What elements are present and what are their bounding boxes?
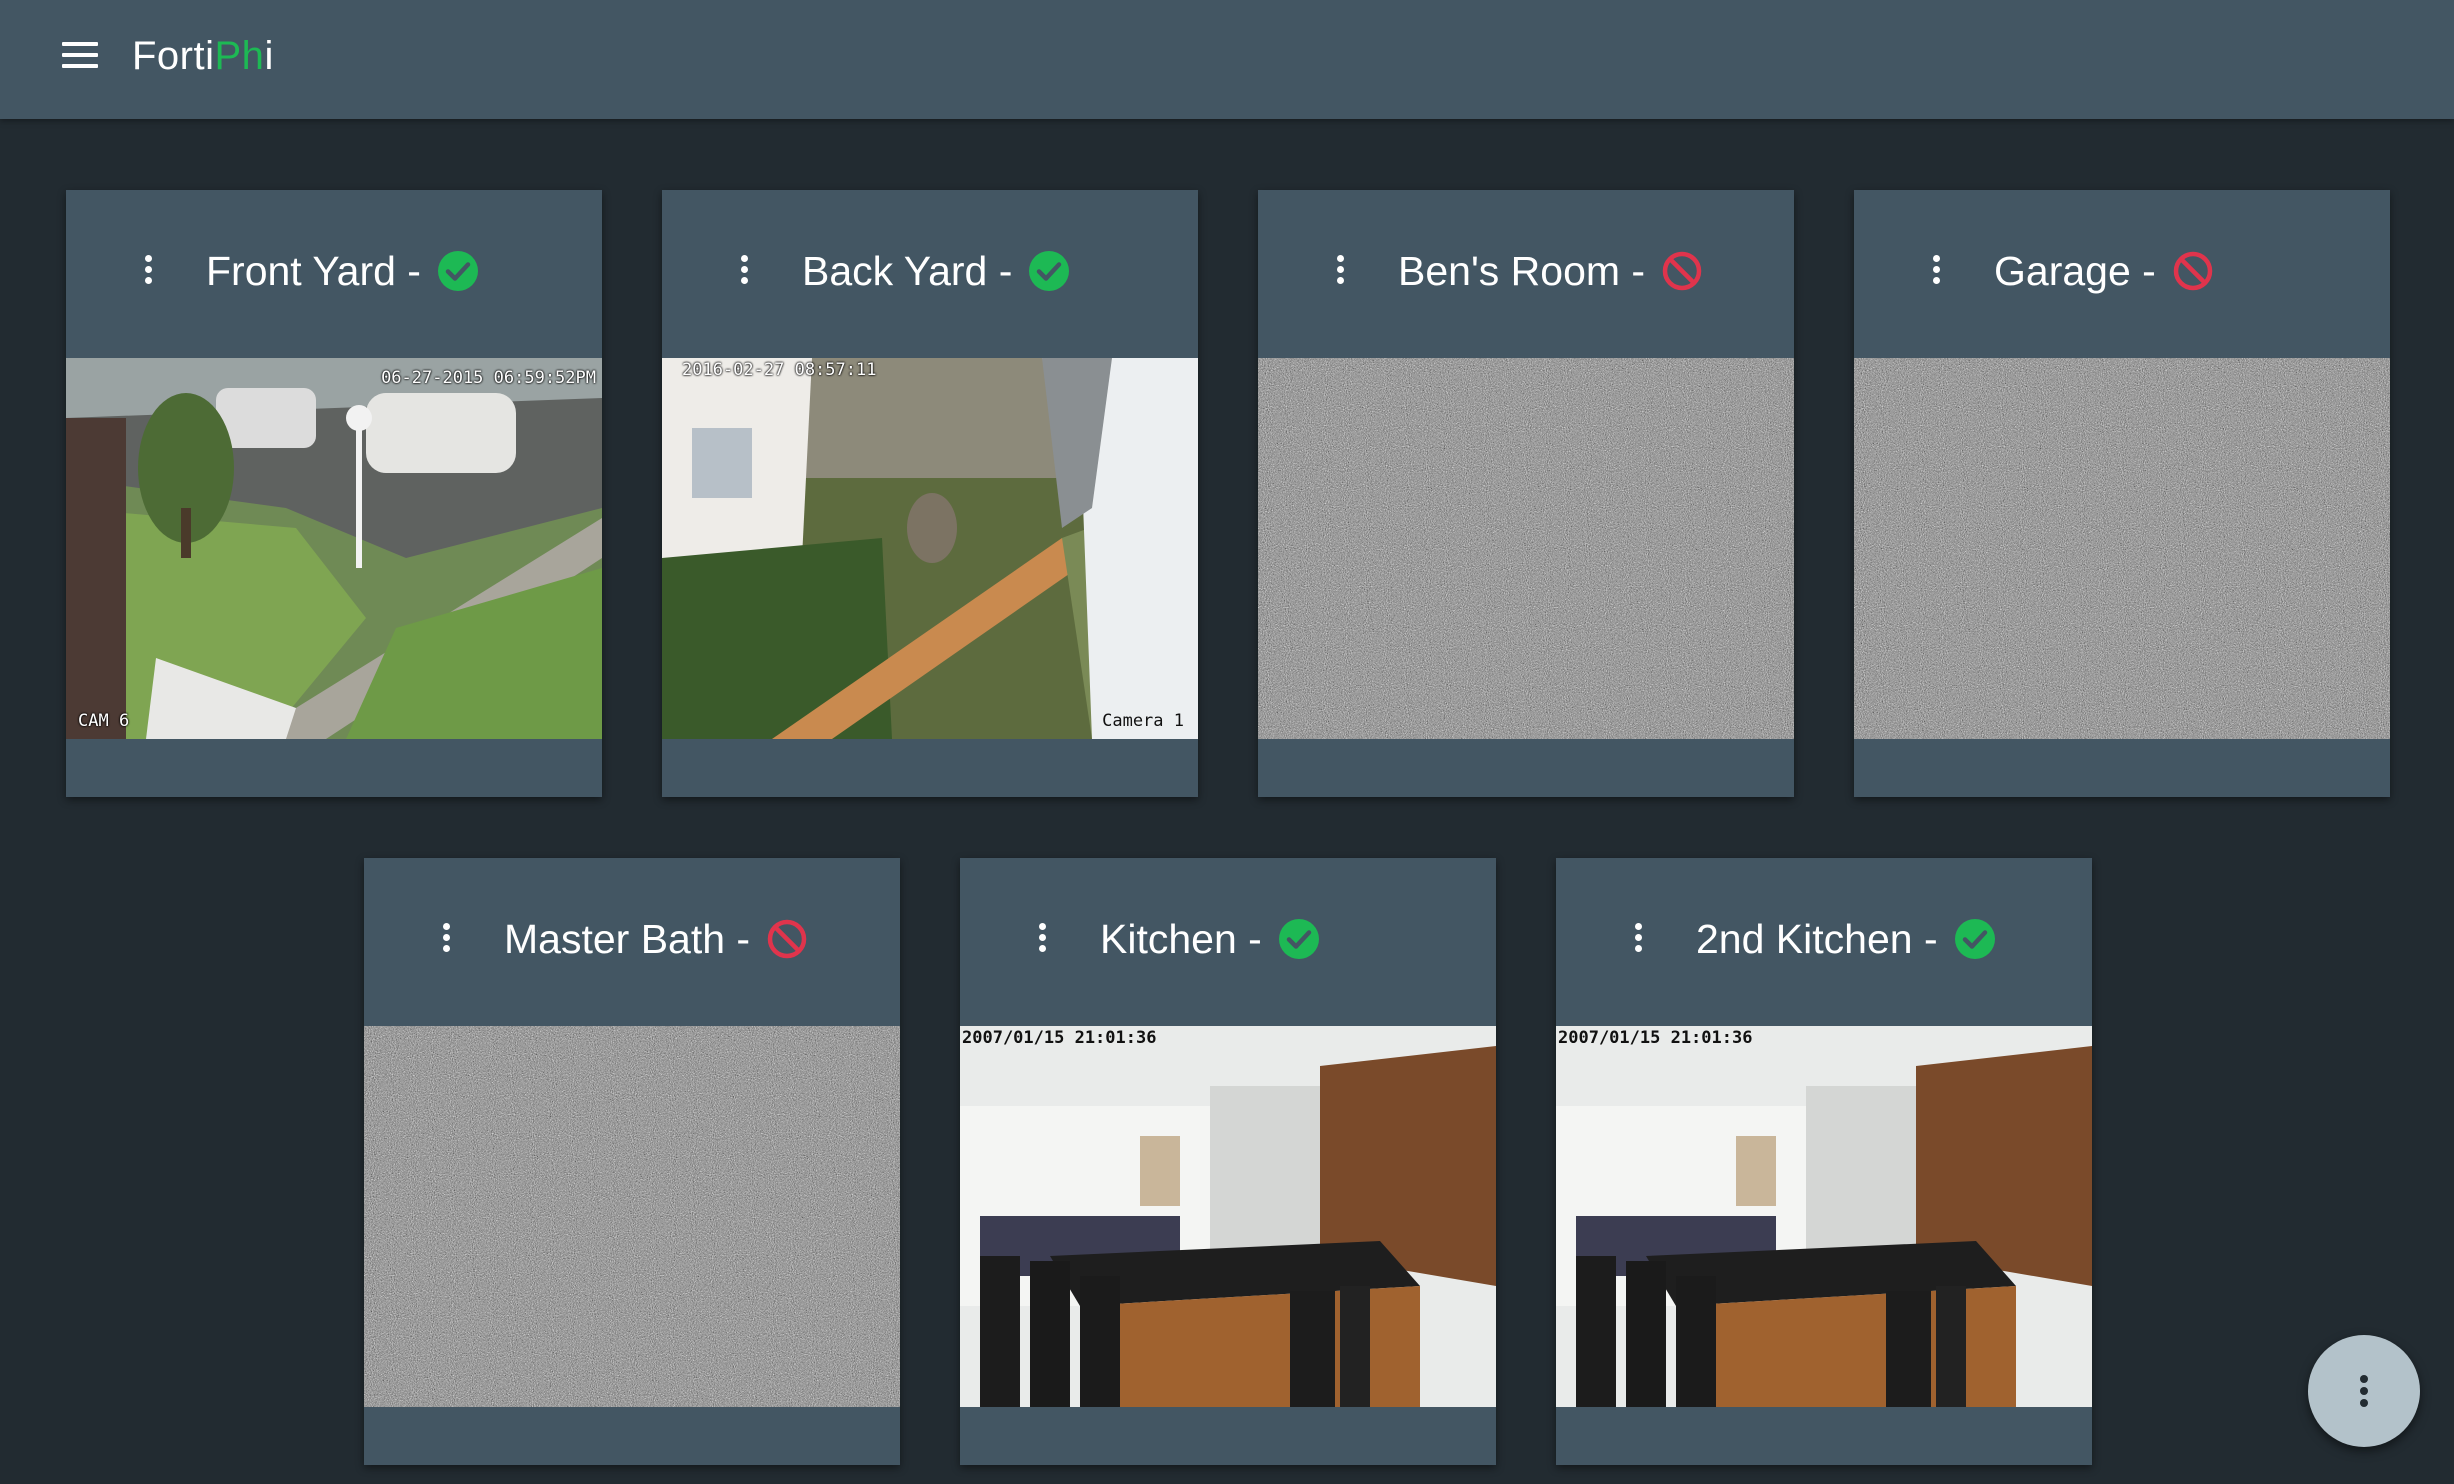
camera-card-garage: Garage - <box>1854 190 2390 797</box>
camera-title: Front Yard - <box>206 246 479 296</box>
camera-title-text: Back Yard - <box>802 248 1013 294</box>
camera-card-master-bath: Master Bath - <box>364 858 900 1465</box>
camera-card-front-yard: Front Yard - 06-27-2015 06:59:52PM CAM 6 <box>66 190 602 797</box>
camera-card-bens-room: Ben's Room - <box>1258 190 1794 797</box>
static-noise-image <box>1854 358 2390 739</box>
camera-feed-bens-room[interactable] <box>1258 358 1794 739</box>
camera-card-header: Back Yard - <box>662 190 1198 358</box>
camera-title: Garage - <box>1994 246 2214 296</box>
more-vert-icon[interactable] <box>136 248 160 292</box>
top-app-bar: FortiPhi <box>0 0 2454 119</box>
camera-feed-front-yard[interactable]: 06-27-2015 06:59:52PM CAM 6 <box>66 358 602 739</box>
camera-card-2nd-kitchen: 2nd Kitchen - 2007/01/15 21:01:36 <box>1556 858 2092 1465</box>
more-vert-icon[interactable] <box>434 916 458 960</box>
camera-card-header: 2nd Kitchen - <box>1556 858 2092 1026</box>
kitchen-image <box>1556 1026 2092 1407</box>
camera-card-back-yard: Back Yard - 2016-02-27 08:57:11 Camera 1 <box>662 190 1198 797</box>
camera-feed-kitchen[interactable]: 2007/01/15 21:01:36 <box>960 1026 1496 1407</box>
camera-title: Kitchen - <box>1100 914 1320 964</box>
check-circle-icon <box>1954 919 1995 959</box>
camera-timestamp: 2007/01/15 21:01:36 <box>1558 1028 1753 1048</box>
blocked-icon <box>2173 251 2213 291</box>
kitchen-image <box>960 1026 1496 1407</box>
hamburger-menu-icon[interactable] <box>58 36 102 76</box>
camera-title: Back Yard - <box>802 246 1070 296</box>
camera-feed-2nd-kitchen[interactable]: 2007/01/15 21:01:36 <box>1556 1026 2092 1407</box>
camera-title: 2nd Kitchen - <box>1696 914 1996 964</box>
static-noise-image <box>1258 358 1794 739</box>
back-yard-image <box>662 358 1198 739</box>
static-noise-image <box>364 1026 900 1407</box>
camera-title: Ben's Room - <box>1398 246 1703 296</box>
check-circle-icon <box>1278 919 1319 959</box>
camera-timestamp: 06-27-2015 06:59:52PM <box>381 368 596 388</box>
camera-timestamp: 2016-02-27 08:57:11 <box>682 360 877 380</box>
more-vert-icon[interactable] <box>732 248 756 292</box>
camera-title-text: Kitchen - <box>1100 916 1262 962</box>
camera-title-text: Master Bath - <box>504 916 751 962</box>
camera-title-text: Ben's Room - <box>1398 248 1646 294</box>
check-circle-icon <box>437 251 478 291</box>
camera-card-header: Ben's Room - <box>1258 190 1794 358</box>
front-yard-image <box>66 358 602 739</box>
more-vert-icon[interactable] <box>1626 916 1650 960</box>
floating-action-button[interactable] <box>2308 1335 2420 1447</box>
app-logo: FortiPhi <box>132 34 274 78</box>
camera-title: Master Bath - <box>504 914 808 964</box>
camera-feed-garage[interactable] <box>1854 358 2390 739</box>
camera-title-text: Garage - <box>1994 248 2156 294</box>
camera-title-text: Front Yard - <box>206 248 421 294</box>
camera-timestamp: 2007/01/15 21:01:36 <box>962 1028 1157 1048</box>
check-circle-icon <box>1029 251 1070 291</box>
camera-card-header: Kitchen - <box>960 858 1496 1026</box>
blocked-icon <box>767 919 807 959</box>
more-vert-icon[interactable] <box>1924 248 1948 292</box>
camera-card-kitchen: Kitchen - 2007/01/15 21:01:36 <box>960 858 1496 1465</box>
more-vert-icon[interactable] <box>1030 916 1054 960</box>
camera-feed-back-yard[interactable]: 2016-02-27 08:57:11 Camera 1 <box>662 358 1198 739</box>
camera-card-header: Master Bath - <box>364 858 900 1026</box>
camera-label: Camera 1 <box>1102 711 1184 731</box>
camera-feed-master-bath[interactable] <box>364 1026 900 1407</box>
camera-title-text: 2nd Kitchen - <box>1696 916 1938 962</box>
more-vert-icon[interactable] <box>1328 248 1352 292</box>
camera-label: CAM 6 <box>78 711 130 731</box>
camera-card-header: Front Yard - <box>66 190 602 358</box>
blocked-icon <box>1662 251 1702 291</box>
camera-card-header: Garage - <box>1854 190 2390 358</box>
